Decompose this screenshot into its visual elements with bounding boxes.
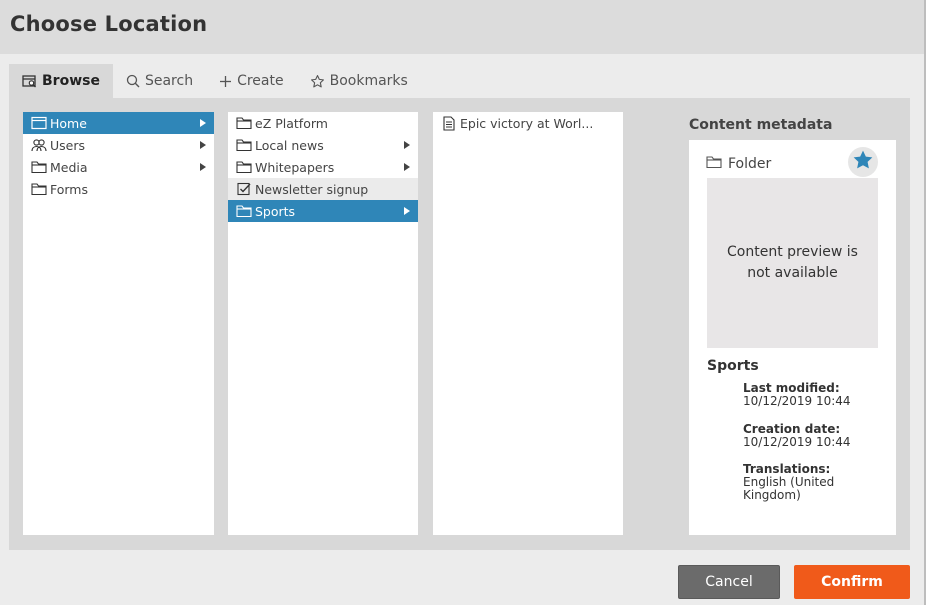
list-item-label: Sports [255, 203, 296, 219]
tab-browse[interactable]: Browse [9, 64, 113, 98]
content-type-label: Folder [728, 156, 772, 172]
chevron-right-icon [200, 141, 206, 149]
list-item-label: Home [50, 115, 87, 131]
users-icon [31, 137, 47, 153]
home-folder-icon [31, 115, 47, 131]
star-outline-icon [310, 74, 325, 89]
tab-bar: Browse Search Create Bookmarks [9, 64, 421, 98]
field-last-modified: Last modified: 10/12/2019 10:44 [743, 382, 883, 408]
folder-icon [236, 137, 252, 153]
list-item-media[interactable]: Media [23, 156, 214, 178]
tab-search-label: Search [144, 73, 194, 89]
browse-icon [22, 74, 37, 88]
list-item-label: Newsletter signup [255, 181, 369, 197]
list-item-local-news[interactable]: Local news [228, 134, 418, 156]
plus-icon [219, 75, 232, 88]
list-item-label: eZ Platform [255, 115, 328, 131]
checkbox-form-icon [236, 181, 252, 197]
bookmark-button[interactable] [848, 147, 878, 177]
list-item-label: Local news [255, 137, 324, 153]
list-item-users[interactable]: Users [23, 134, 214, 156]
list-item-label: Media [50, 159, 88, 175]
field-value: 10/12/2019 10:44 [743, 435, 851, 449]
list-item-forms[interactable]: Forms [23, 178, 214, 200]
list-item-label: Epic victory at Worl... [460, 115, 594, 131]
chevron-right-icon [200, 119, 206, 127]
folder-icon [236, 115, 252, 131]
dialog-title: Choose Location [10, 12, 208, 36]
field-translations: Translations: English (United Kingdom) [743, 463, 883, 502]
tab-create-label: Create [237, 73, 284, 89]
browse-column-3[interactable]: Epic victory at Worl... [433, 112, 623, 535]
field-creation-date: Creation date: 10/12/2019 10:44 [743, 423, 883, 449]
chevron-right-icon [200, 163, 206, 171]
browse-column-1[interactable]: Home Users Media Forms [23, 112, 214, 535]
field-value: 10/12/2019 10:44 [743, 394, 851, 408]
content-name: Sports [707, 358, 759, 374]
folder-icon [706, 155, 722, 173]
tab-search[interactable]: Search [113, 64, 206, 98]
star-filled-icon [852, 149, 874, 175]
list-item-label: Whitepapers [255, 159, 335, 175]
metadata-card: Folder Content preview is not available … [689, 140, 896, 535]
tab-create[interactable]: Create [206, 64, 297, 98]
folder-icon [236, 159, 252, 175]
browse-column-2[interactable]: eZ Platform Local news Whitepapers Newsl… [228, 112, 418, 535]
folder-icon [236, 203, 252, 219]
cancel-button[interactable]: Cancel [678, 565, 780, 599]
list-item-newsletter-signup[interactable]: Newsletter signup [228, 178, 418, 200]
list-item-whitepapers[interactable]: Whitepapers [228, 156, 418, 178]
content-preview: Content preview is not available [707, 178, 878, 348]
tab-bookmarks-label: Bookmarks [329, 73, 408, 89]
chevron-right-icon [404, 141, 410, 149]
chevron-right-icon [404, 207, 410, 215]
metadata-heading: Content metadata [689, 117, 833, 133]
confirm-button[interactable]: Confirm [794, 565, 910, 599]
content-type: Folder [706, 155, 771, 173]
list-item-label: Users [50, 137, 86, 153]
chevron-right-icon [404, 163, 410, 171]
list-item-sports[interactable]: Sports [228, 200, 418, 222]
list-item-label: Forms [50, 181, 89, 197]
article-icon [441, 115, 457, 131]
tab-bookmarks[interactable]: Bookmarks [297, 64, 421, 98]
folder-icon [31, 159, 47, 175]
dialog-header: Choose Location [0, 0, 926, 54]
list-item-ez-platform[interactable]: eZ Platform [228, 112, 418, 134]
field-value: English (United Kingdom) [743, 475, 835, 502]
search-icon [126, 74, 140, 88]
list-item-article[interactable]: Epic victory at Worl... [433, 112, 623, 134]
tab-browse-label: Browse [42, 73, 100, 89]
folder-icon [31, 181, 47, 197]
list-item-home[interactable]: Home [23, 112, 214, 134]
